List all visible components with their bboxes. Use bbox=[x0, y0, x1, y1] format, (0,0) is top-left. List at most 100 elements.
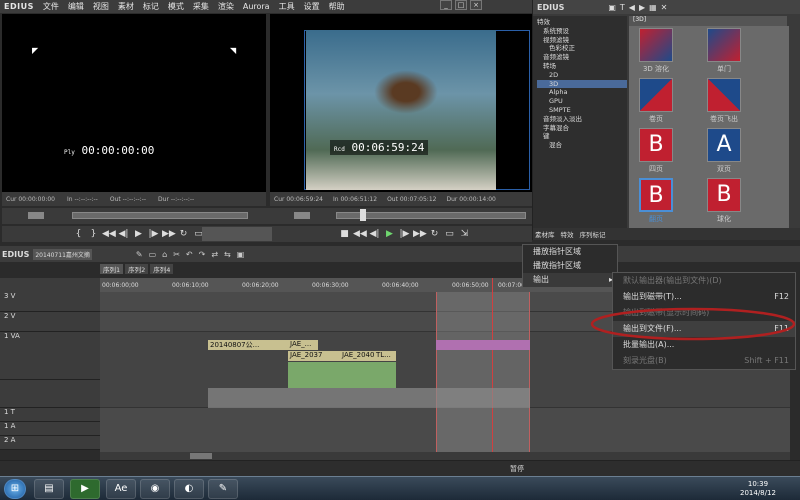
transition-clip[interactable] bbox=[436, 340, 530, 350]
menu-mode[interactable]: 模式 bbox=[168, 1, 184, 12]
menu-marker[interactable]: 标记 bbox=[143, 1, 159, 12]
maximize-button[interactable]: □ bbox=[455, 0, 467, 10]
track-head-1va[interactable]: 1 VA bbox=[0, 332, 100, 380]
track-head-1t[interactable]: 1 T bbox=[0, 408, 100, 422]
text-tool-icon[interactable]: T bbox=[620, 3, 625, 12]
set-in-icon[interactable]: { bbox=[72, 228, 85, 240]
nav-fwd-icon[interactable]: ▶ bbox=[639, 3, 645, 12]
effect-thumb[interactable] bbox=[707, 28, 741, 62]
menu-capture[interactable]: 采集 bbox=[193, 1, 209, 12]
step-forward-icon[interactable]: |▶ bbox=[147, 228, 160, 240]
nav-back-icon[interactable]: ◀ bbox=[629, 3, 635, 12]
tree-item[interactable]: 色彩校正 bbox=[537, 44, 627, 53]
insert-overwrite-buttons[interactable] bbox=[202, 227, 272, 241]
effect-thumb[interactable] bbox=[639, 78, 673, 112]
rewind-icon[interactable]: ◀◀ bbox=[102, 228, 116, 240]
effect-thumb-selected[interactable]: B bbox=[639, 178, 673, 212]
track-head-2v[interactable]: 2 V bbox=[0, 312, 100, 332]
tab-sequence-2[interactable]: 序列2 bbox=[125, 264, 149, 274]
delete-icon[interactable]: ✕ bbox=[661, 3, 668, 12]
tree-item[interactable]: 2D bbox=[537, 71, 627, 80]
timeline-hscrollbar[interactable] bbox=[100, 452, 790, 460]
recorder-shuttle[interactable] bbox=[294, 212, 310, 219]
set-out-icon[interactable]: } bbox=[87, 228, 100, 240]
browser-icon[interactable]: ◉ bbox=[140, 479, 170, 499]
menu-settings[interactable]: 设置 bbox=[304, 1, 320, 12]
edius-taskbar-icon[interactable]: ▶ bbox=[70, 479, 100, 499]
track-head-1a[interactable]: 1 A bbox=[0, 422, 100, 436]
fast-forward-icon[interactable]: ▶▶ bbox=[162, 228, 176, 240]
start-button[interactable]: ⊞ bbox=[4, 479, 26, 499]
rec-loop-icon[interactable]: ↻ bbox=[428, 228, 441, 240]
tab-effects[interactable]: 特效 bbox=[561, 229, 574, 239]
effect-thumb[interactable] bbox=[639, 28, 673, 62]
rec-step-back-icon[interactable]: ◀| bbox=[368, 228, 381, 240]
rec-rewind-icon[interactable]: ◀◀ bbox=[353, 228, 367, 240]
menu-edit[interactable]: 编辑 bbox=[68, 1, 84, 12]
rec-fast-forward-icon[interactable]: ▶▶ bbox=[413, 228, 427, 240]
tab-bin[interactable]: 素材库 bbox=[535, 229, 555, 239]
menu-file[interactable]: 文件 bbox=[43, 1, 59, 12]
effect-thumb[interactable]: B bbox=[707, 178, 741, 212]
clip[interactable]: 20140807公... bbox=[208, 340, 288, 350]
effect-thumb[interactable]: A bbox=[707, 128, 741, 162]
tree-item[interactable]: SMPTE bbox=[537, 106, 627, 115]
tree-item[interactable]: 混合 bbox=[537, 141, 627, 150]
notepad-icon[interactable]: ✎ bbox=[208, 479, 238, 499]
menu-item-output[interactable]: 输出 ▸ bbox=[523, 273, 617, 287]
tree-item[interactable]: 音频滤镜 bbox=[537, 53, 627, 62]
menu-aurora[interactable]: Aurora bbox=[243, 2, 270, 11]
step-back-icon[interactable]: ◀| bbox=[117, 228, 130, 240]
folder-icon[interactable]: ▣ bbox=[608, 3, 616, 12]
rec-monitor-icon[interactable]: ▭ bbox=[443, 228, 456, 240]
aftereffects-icon[interactable]: Ae bbox=[106, 479, 136, 499]
tree-item[interactable]: 音频淡入淡出 bbox=[537, 115, 627, 124]
player-shuttle[interactable] bbox=[28, 212, 44, 219]
rec-export-icon[interactable]: ⇲ bbox=[458, 228, 471, 240]
recorder-scrub-handle[interactable] bbox=[360, 209, 366, 221]
timeline-tool-icons[interactable]: ✎▭⌂✂↶↷⇄⇆▣ bbox=[136, 250, 250, 259]
menu-clip[interactable]: 素材 bbox=[118, 1, 134, 12]
effect-thumb[interactable] bbox=[707, 78, 741, 112]
explorer-icon[interactable]: ▤ bbox=[34, 479, 64, 499]
menu-item-burn-disc[interactable]: 刻录光盘(B) Shift + F11 bbox=[613, 353, 795, 369]
taskbar-clock[interactable]: 10:39 2014/8/12 bbox=[740, 480, 776, 498]
tree-item[interactable]: 系统预设 bbox=[537, 27, 627, 36]
menu-help[interactable]: 帮助 bbox=[329, 1, 345, 12]
tree-item-selected[interactable]: 3D bbox=[537, 79, 627, 89]
loop-icon[interactable]: ↻ bbox=[177, 228, 190, 240]
tab-sequence-4[interactable]: 序列4 bbox=[150, 264, 174, 274]
tree-item[interactable]: 特效 bbox=[537, 18, 627, 27]
track-head-2a[interactable]: 2 A bbox=[0, 436, 100, 450]
menu-item-default-output[interactable]: 默认输出器(输出到文件)(D) bbox=[613, 273, 795, 289]
tab-sequence-markers[interactable]: 序列标记 bbox=[580, 229, 606, 239]
app-icon[interactable]: ◐ bbox=[174, 479, 204, 499]
effect-thumb[interactable]: B bbox=[639, 128, 673, 162]
menu-item-play-region[interactable]: 播放指针区域 bbox=[523, 245, 617, 259]
clip[interactable]: JAE_2037 bbox=[288, 351, 340, 361]
close-button[interactable]: × bbox=[470, 0, 482, 10]
player-scrubber[interactable] bbox=[72, 212, 248, 219]
tree-item[interactable]: GPU bbox=[537, 97, 627, 106]
rec-step-forward-icon[interactable]: |▶ bbox=[398, 228, 411, 240]
audio-waveform[interactable] bbox=[288, 362, 396, 388]
tree-item[interactable]: 字幕混合 bbox=[537, 124, 627, 133]
track-head-audio-sub[interactable] bbox=[0, 380, 100, 408]
menu-tools[interactable]: 工具 bbox=[279, 1, 295, 12]
rec-stop-icon[interactable]: ■ bbox=[338, 228, 351, 240]
timeline-cursor[interactable] bbox=[492, 278, 493, 452]
play-icon[interactable]: ▶ bbox=[132, 228, 145, 240]
tree-item[interactable]: 键 bbox=[537, 132, 627, 141]
menu-render[interactable]: 渲染 bbox=[218, 1, 234, 12]
minimize-button[interactable]: _ bbox=[440, 0, 452, 10]
clip[interactable]: JAE_... bbox=[288, 340, 318, 350]
menu-item-output-tape[interactable]: 输出到磁带(T)... F12 bbox=[613, 289, 795, 305]
tab-sequence-1[interactable]: 序列1 bbox=[100, 264, 124, 274]
rec-play-icon[interactable]: ▶ bbox=[383, 228, 396, 240]
view-icon[interactable]: ▦ bbox=[649, 3, 657, 12]
hscroll-thumb[interactable] bbox=[190, 453, 212, 459]
menu-view[interactable]: 视图 bbox=[93, 1, 109, 12]
track-head-3v[interactable]: 3 V bbox=[0, 292, 100, 312]
menu-item-play-region-2[interactable]: 播放指针区域 bbox=[523, 259, 617, 273]
tree-item[interactable]: 转场 bbox=[537, 62, 627, 71]
